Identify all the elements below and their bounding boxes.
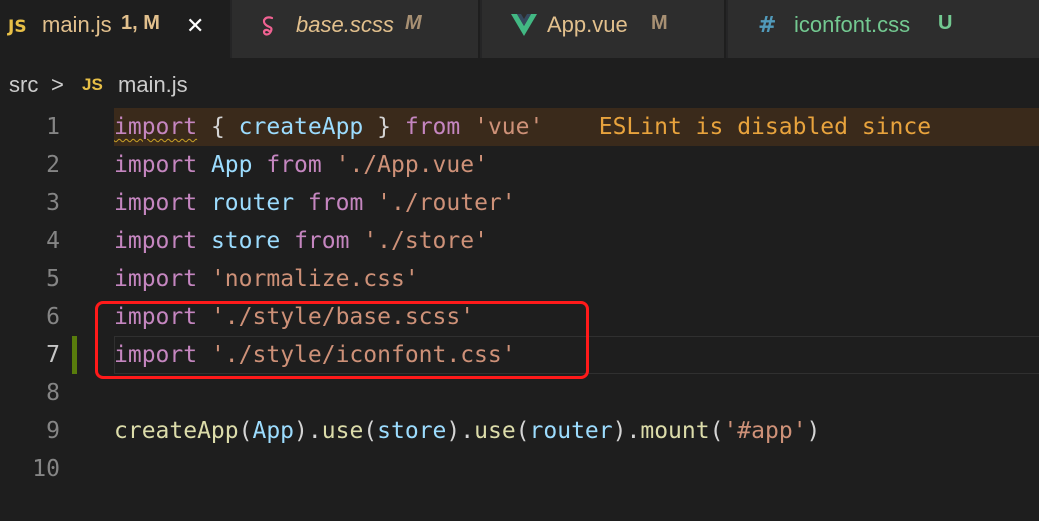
code-line: 9 createApp(App).use(store).use(router).…	[0, 412, 1039, 450]
tab-status: M	[405, 12, 422, 34]
code-line: 4 import store from './store'	[0, 222, 1039, 260]
close-icon[interactable]: ✕	[186, 14, 204, 39]
line-number: 4	[46, 228, 60, 254]
line-number: 9	[46, 418, 60, 444]
tab-status: 1, M	[121, 12, 160, 34]
code-line: 8	[0, 374, 1039, 412]
tab-base-scss[interactable]: base.scss M	[232, 0, 480, 58]
code-text: import 'normalize.css'	[114, 266, 419, 292]
line-number: 8	[46, 380, 60, 406]
tab-status: U	[938, 12, 953, 34]
tab-label: App.vue	[547, 12, 628, 37]
code-line: 1 import { createApp } from 'vue' ESLint…	[0, 108, 1039, 146]
js-file-icon: JS	[82, 75, 103, 94]
code-text: import store from './store'	[114, 228, 488, 254]
js-file-icon: JS	[8, 17, 27, 37]
tab-label: iconfont.css	[794, 12, 911, 37]
sass-icon	[258, 14, 280, 44]
modified-line-indicator	[72, 336, 77, 374]
line-number: 2	[46, 152, 60, 178]
editor-tab-bar: JS main.js 1, M ✕ base.scss M App.vue M …	[0, 0, 1039, 58]
line-number: 1	[46, 114, 60, 140]
code-line: 3 import router from './router'	[0, 184, 1039, 222]
line-number: 7	[46, 342, 60, 368]
code-line: 10	[0, 450, 1039, 488]
line-number: 6	[46, 304, 60, 330]
line-number: 5	[46, 266, 60, 292]
code-text: import App from './App.vue'	[114, 152, 488, 178]
tab-label: base.scss	[296, 12, 394, 37]
eslint-warning: ESLint is disabled since	[598, 114, 932, 140]
annotation-highlight-box	[95, 301, 589, 379]
breadcrumb: src > JS main.js	[0, 58, 1039, 108]
breadcrumb-folder[interactable]: src	[9, 72, 38, 98]
code-text: import router from './router'	[114, 190, 516, 216]
tab-label: main.js	[42, 12, 112, 37]
line-number: 10	[32, 456, 60, 482]
tab-status: M	[651, 12, 668, 34]
css-hash-icon: #	[758, 13, 777, 38]
tab-main-js[interactable]: JS main.js 1, M ✕	[0, 0, 230, 58]
code-text: import { createApp } from 'vue' ESLint i…	[114, 114, 932, 140]
code-line: 2 import App from './App.vue'	[0, 146, 1039, 184]
chevron-right-icon: >	[51, 72, 64, 97]
code-line: 5 import 'normalize.css'	[0, 260, 1039, 298]
tab-app-vue[interactable]: App.vue M	[482, 0, 726, 58]
tab-iconfont-css[interactable]: # iconfont.css U	[728, 0, 1039, 58]
code-text: createApp(App).use(store).use(router).mo…	[114, 418, 821, 444]
line-number: 3	[46, 190, 60, 216]
breadcrumb-file[interactable]: main.js	[118, 72, 188, 98]
vue-icon	[511, 14, 537, 40]
